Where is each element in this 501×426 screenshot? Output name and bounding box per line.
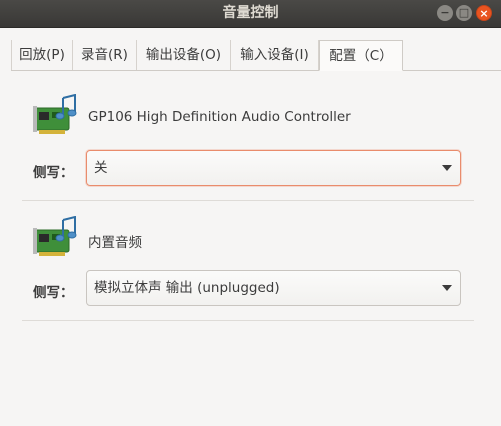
profile-label: 侧写： xyxy=(33,165,74,181)
window-content: 回放(P) 录音(R) 输出设备(O) 输入设备(I) 配置（C） GP106 … xyxy=(0,28,501,426)
tab-output-devices[interactable]: 输出设备(O) xyxy=(137,40,231,70)
tab-input-devices[interactable]: 输入设备(I) xyxy=(231,40,319,70)
window-titlebar[interactable]: 音量控制 − □ × xyxy=(0,0,501,28)
device-separator xyxy=(22,200,474,201)
window-title: 音量控制 xyxy=(222,5,279,21)
profile-select-gp106[interactable]: 关 xyxy=(86,150,461,186)
device-name-gp106: GP106 High Definition Audio Controller xyxy=(88,109,351,125)
sound-card-icon xyxy=(33,94,77,134)
device-name-builtin: 内置音频 xyxy=(88,235,142,251)
tab-playback[interactable]: 回放(P) xyxy=(11,40,73,70)
tab-recording[interactable]: 录音(R) xyxy=(73,40,137,70)
maximize-button[interactable]: □ xyxy=(456,5,472,21)
profile-select-value: 关 xyxy=(94,160,108,176)
chevron-down-icon xyxy=(442,285,452,291)
profile-label: 侧写： xyxy=(33,285,74,301)
device-separator xyxy=(22,320,474,321)
minimize-button[interactable]: − xyxy=(437,5,453,21)
profile-select-value: 模拟立体声 输出 (unplugged) xyxy=(94,280,280,296)
tab-configuration[interactable]: 配置（C） xyxy=(319,40,403,71)
chevron-down-icon xyxy=(442,165,452,171)
tab-bar: 回放(P) 录音(R) 输出设备(O) 输入设备(I) 配置（C） xyxy=(11,40,501,71)
sound-card-icon xyxy=(33,216,77,256)
profile-select-builtin[interactable]: 模拟立体声 输出 (unplugged) xyxy=(86,270,461,306)
close-button[interactable]: × xyxy=(476,5,492,21)
